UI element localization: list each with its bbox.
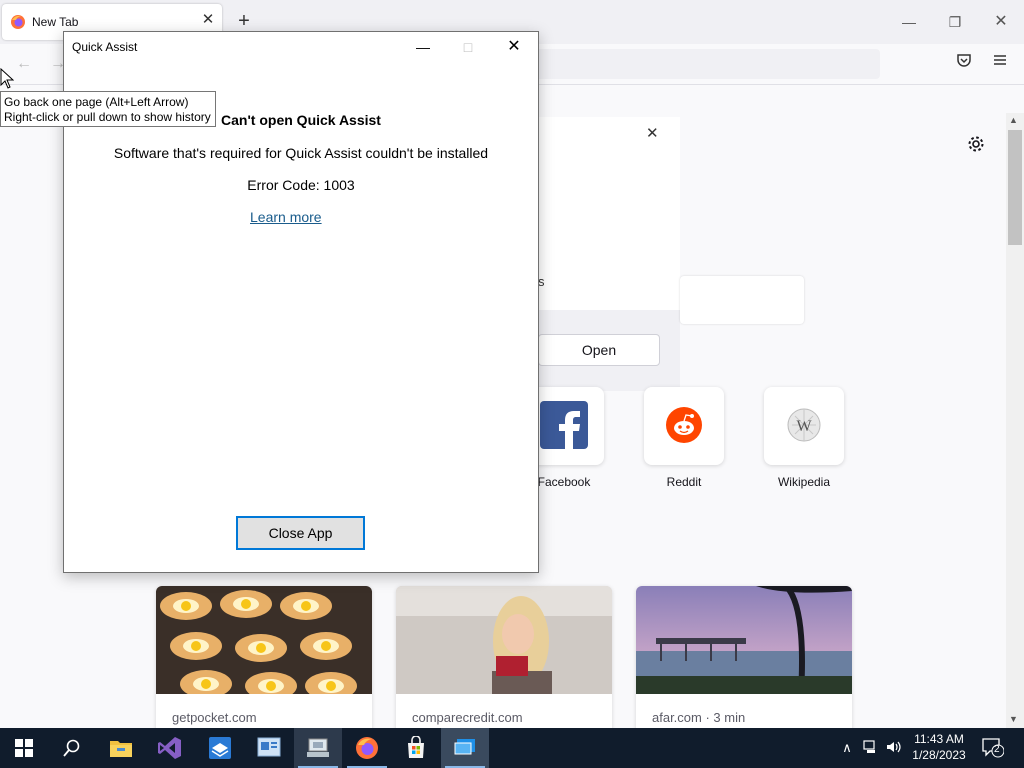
- open-button[interactable]: Open: [538, 334, 660, 366]
- scroll-up-icon[interactable]: ▲: [1009, 115, 1018, 125]
- tooltip-line: Go back one page (Alt+Left Arrow): [4, 95, 189, 109]
- story-source: afar.com · 3 min: [652, 710, 746, 725]
- menu-icon[interactable]: [988, 52, 1012, 76]
- new-tab-button[interactable]: +: [234, 11, 254, 31]
- learn-more-link[interactable]: Learn more: [250, 209, 322, 225]
- restore-button[interactable]: ❐: [935, 8, 975, 36]
- promo-field: [680, 276, 804, 324]
- settings-gear-icon[interactable]: [966, 134, 986, 154]
- start-icon[interactable]: [0, 728, 48, 768]
- sandbox-icon[interactable]: [196, 728, 244, 768]
- top-site-label: Wikipedia: [777, 475, 831, 489]
- error-message: Software that's required for Quick Assis…: [113, 145, 489, 161]
- qa-close-button[interactable]: ✕: [491, 32, 537, 62]
- notification-count: 2: [994, 744, 1000, 755]
- store-icon[interactable]: [392, 728, 440, 768]
- mouse-cursor-icon: [0, 68, 14, 89]
- close-window-button[interactable]: ✕: [981, 8, 1021, 36]
- error-code: Error Code: 1003: [247, 177, 355, 193]
- search-icon[interactable]: [48, 728, 96, 768]
- clock-date: 1/28/2023: [912, 748, 966, 762]
- control-panel-icon[interactable]: [245, 728, 293, 768]
- close-app-button[interactable]: Close App: [236, 516, 365, 550]
- firefox-icon: [11, 15, 25, 29]
- story-image-person: [396, 586, 612, 694]
- reddit-icon: [666, 407, 702, 443]
- top-site-reddit[interactable]: [644, 387, 724, 465]
- wikipedia-icon: W: [787, 408, 821, 442]
- pocket-icon[interactable]: [952, 52, 976, 76]
- firefox-taskbar-icon[interactable]: [343, 728, 391, 768]
- back-button-tooltip: Go back one page (Alt+Left Arrow) Right-…: [0, 91, 216, 127]
- volume-icon[interactable]: [884, 740, 904, 757]
- visual-studio-icon[interactable]: [146, 728, 194, 768]
- back-arrow-icon[interactable]: ←: [12, 52, 36, 76]
- qa-minimize-button[interactable]: —: [400, 32, 446, 62]
- quick-assist-icon[interactable]: [441, 728, 489, 768]
- url-bar[interactable]: [530, 49, 880, 79]
- facebook-icon: [540, 401, 588, 449]
- network-status-icon[interactable]: [861, 740, 881, 757]
- minimize-button[interactable]: —: [889, 8, 929, 36]
- tab-close-button[interactable]: ✕: [199, 11, 217, 29]
- network-icon[interactable]: [294, 728, 342, 768]
- story-card[interactable]: afar.com · 3 min: [636, 586, 852, 746]
- tab-title: New Tab: [32, 15, 79, 29]
- system-clock[interactable]: 11:43 AM 1/28/2023: [905, 731, 973, 763]
- qa-maximize-button: □: [463, 39, 473, 55]
- story-card[interactable]: getpocket.com: [156, 586, 372, 746]
- story-source: comparecredit.com: [412, 710, 523, 725]
- tooltip-line: Right-click or pull down to show history: [4, 110, 211, 124]
- story-source: getpocket.com: [172, 710, 257, 725]
- promo-close-icon[interactable]: ✕: [646, 124, 659, 142]
- file-explorer-icon[interactable]: [97, 728, 145, 768]
- svg-text:W: W: [796, 418, 812, 435]
- scrollbar-thumb[interactable]: [1008, 130, 1022, 245]
- show-hidden-icons-chevron-icon[interactable]: ∧: [837, 740, 857, 756]
- top-site-label: Reddit: [666, 475, 702, 489]
- clock-time: 11:43 AM: [914, 732, 964, 746]
- top-site-wikipedia[interactable]: W: [764, 387, 844, 465]
- scroll-down-icon[interactable]: ▼: [1009, 714, 1018, 724]
- story-card[interactable]: comparecredit.com: [396, 586, 612, 746]
- story-image-food: [156, 586, 372, 700]
- story-image-pier: [636, 586, 852, 695]
- window-title: Quick Assist: [72, 40, 138, 54]
- action-center-icon[interactable]: 2: [982, 738, 1006, 758]
